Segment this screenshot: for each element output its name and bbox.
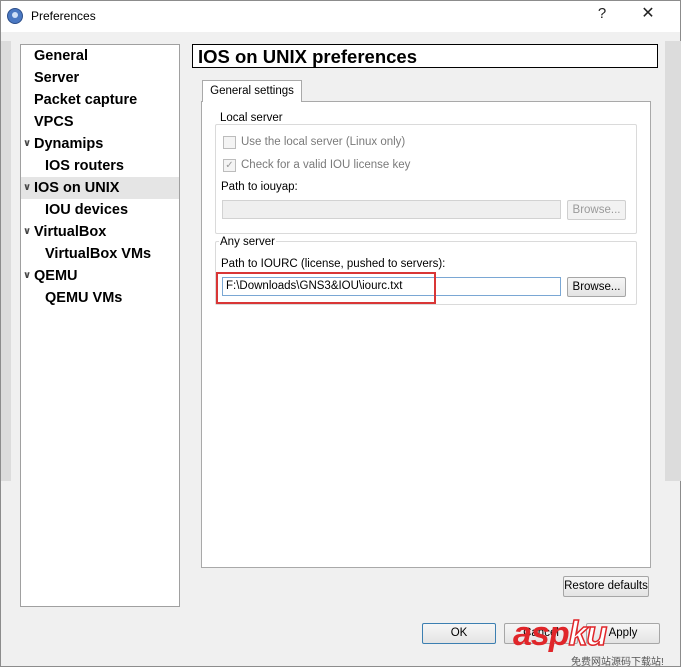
nav-item-label: VirtualBox VMs	[45, 246, 152, 262]
iourc-browse-button[interactable]: Browse...	[567, 277, 626, 297]
any-server-title: Any server	[219, 236, 276, 248]
page-title-box: IOS on UNIX preferences	[192, 44, 658, 68]
nav-item-general[interactable]: General	[21, 45, 179, 67]
nav-item-label: Server	[34, 70, 80, 86]
nav-item-label: Packet capture	[34, 92, 138, 108]
nav-item-ios-on-unix[interactable]: ∨ IOS on UNIX	[21, 177, 179, 199]
watermark-brand-b: ku	[568, 614, 608, 654]
nav-item-label: IOS on UNIX	[34, 180, 120, 196]
iourc-path-label: Path to IOURC (license, pushed to server…	[221, 258, 446, 270]
use-local-server-checkbox[interactable]	[223, 136, 236, 149]
chevron-down-icon[interactable]: ∨	[23, 177, 33, 199]
nav-item-label: QEMU VMs	[45, 290, 123, 306]
background-window-strip-left	[1, 41, 11, 481]
nav-item-virtualbox-vms[interactable]: VirtualBox VMs	[21, 243, 179, 265]
nav-item-server[interactable]: Server	[21, 67, 179, 89]
preferences-dialog: Preferences ? ✕ General Server Packet ca…	[0, 0, 681, 667]
nav-item-qemu-vms[interactable]: QEMU VMs	[21, 287, 179, 309]
watermark-brand: aspku	[513, 614, 608, 654]
annotation-highlight-box	[216, 272, 436, 304]
nav-item-label: QEMU	[34, 268, 78, 284]
nav-item-dynamips[interactable]: ∨ Dynamips	[21, 133, 179, 155]
iouyap-path-label: Path to iouyap:	[221, 181, 298, 193]
nav-item-ios-routers[interactable]: IOS routers	[21, 155, 179, 177]
chevron-down-icon[interactable]: ∨	[23, 133, 33, 155]
tab-general-settings[interactable]: General settings	[202, 80, 302, 102]
gns3-app-icon	[7, 8, 23, 24]
preferences-nav-tree: General Server Packet capture VPCS ∨ Dyn…	[20, 44, 180, 607]
close-button[interactable]: ✕	[635, 2, 661, 28]
nav-item-label: Dynamips	[34, 136, 104, 152]
local-server-title: Local server	[219, 112, 284, 124]
watermark-subtitle: 免费网站源码下载站!	[571, 657, 664, 667]
nav-item-vpcs[interactable]: VPCS	[21, 111, 179, 133]
nav-item-packet-capture[interactable]: Packet capture	[21, 89, 179, 111]
restore-defaults-button[interactable]: Restore defaults	[563, 576, 649, 597]
watermark-brand-a: asp	[513, 615, 570, 653]
aspku-watermark-logo: aspku 免费网站源码下载站!	[511, 614, 681, 667]
use-local-server-label: Use the local server (Linux only)	[241, 136, 406, 148]
help-button[interactable]: ?	[589, 2, 615, 28]
nav-item-label: General	[34, 48, 88, 64]
check-license-checkbox[interactable]: ✓	[223, 159, 236, 172]
chevron-down-icon[interactable]: ∨	[23, 221, 33, 243]
nav-item-iou-devices[interactable]: IOU devices	[21, 199, 179, 221]
iouyap-browse-button[interactable]: Browse...	[567, 200, 626, 220]
nav-item-label: VPCS	[34, 114, 74, 130]
check-license-label: Check for a valid IOU license key	[241, 159, 411, 171]
ok-button[interactable]: OK	[422, 623, 496, 644]
background-window-strip-right	[665, 41, 681, 481]
iouyap-path-input[interactable]	[222, 200, 561, 219]
chevron-down-icon[interactable]: ∨	[23, 265, 33, 287]
nav-item-label: IOS routers	[45, 158, 124, 174]
window-title: Preferences	[31, 9, 96, 23]
general-settings-panel: Local server Use the local server (Linux…	[201, 101, 651, 568]
title-bar: Preferences ? ✕	[1, 1, 680, 32]
nav-item-label: VirtualBox	[34, 224, 107, 240]
nav-item-label: IOU devices	[45, 202, 129, 218]
nav-item-qemu[interactable]: ∨ QEMU	[21, 265, 179, 287]
nav-item-virtualbox[interactable]: ∨ VirtualBox	[21, 221, 179, 243]
page-title: IOS on UNIX preferences	[198, 46, 417, 67]
